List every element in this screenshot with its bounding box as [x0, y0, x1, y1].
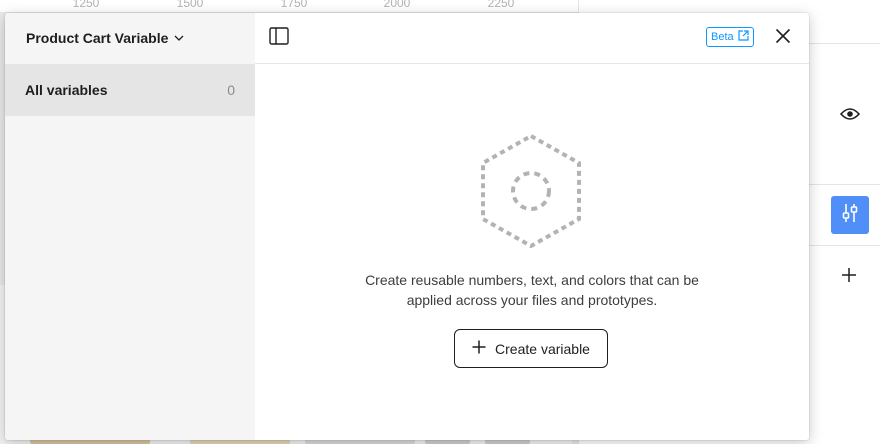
beta-badge[interactable]: Beta — [706, 27, 754, 47]
collections-sidebar: Product Cart Variable All variables 0 — [5, 13, 255, 440]
empty-state-message: Create reusable numbers, text, and color… — [332, 270, 732, 310]
variables-main: Beta Create reusable numbers, text, and … — [255, 13, 809, 440]
sidebar-item-all-variables[interactable]: All variables 0 — [5, 64, 255, 116]
adjustments-icon — [841, 203, 859, 228]
ruler-tick: 1250 — [72, 0, 100, 10]
plus-icon — [472, 340, 486, 357]
close-icon — [775, 28, 791, 49]
modal-header: Beta — [255, 13, 809, 64]
adjustments-button[interactable] — [831, 196, 869, 234]
empty-state-line: Create reusable numbers, text, and color… — [365, 272, 699, 288]
plus-icon[interactable] — [840, 266, 858, 284]
ruler-tick: 2250 — [487, 0, 515, 10]
create-variable-label: Create variable — [495, 340, 590, 357]
create-variable-button[interactable]: Create variable — [454, 329, 608, 368]
ruler-tick: 2000 — [383, 0, 411, 10]
ruler-tick: 1500 — [176, 0, 204, 10]
external-link-icon — [738, 30, 749, 44]
sidebar-toggle-button[interactable] — [268, 26, 290, 50]
ruler-tick: 1750 — [280, 0, 308, 10]
hexagon-variable-icon — [479, 133, 583, 253]
local-variables-modal: Product Cart Variable All variables 0 Be… — [5, 13, 809, 440]
sidebar-toggle-icon — [269, 26, 289, 50]
empty-state-line: applied across your files and prototypes… — [406, 292, 658, 308]
close-button[interactable] — [773, 28, 793, 48]
beta-label: Beta — [711, 31, 734, 43]
variable-count: 0 — [227, 82, 235, 98]
collection-name: Product Cart Variable — [26, 30, 169, 46]
eye-icon[interactable] — [837, 104, 863, 124]
collection-dropdown[interactable]: Product Cart Variable — [5, 13, 255, 63]
sidebar-item-label: All variables — [25, 82, 108, 98]
chevron-down-icon — [174, 35, 184, 41]
